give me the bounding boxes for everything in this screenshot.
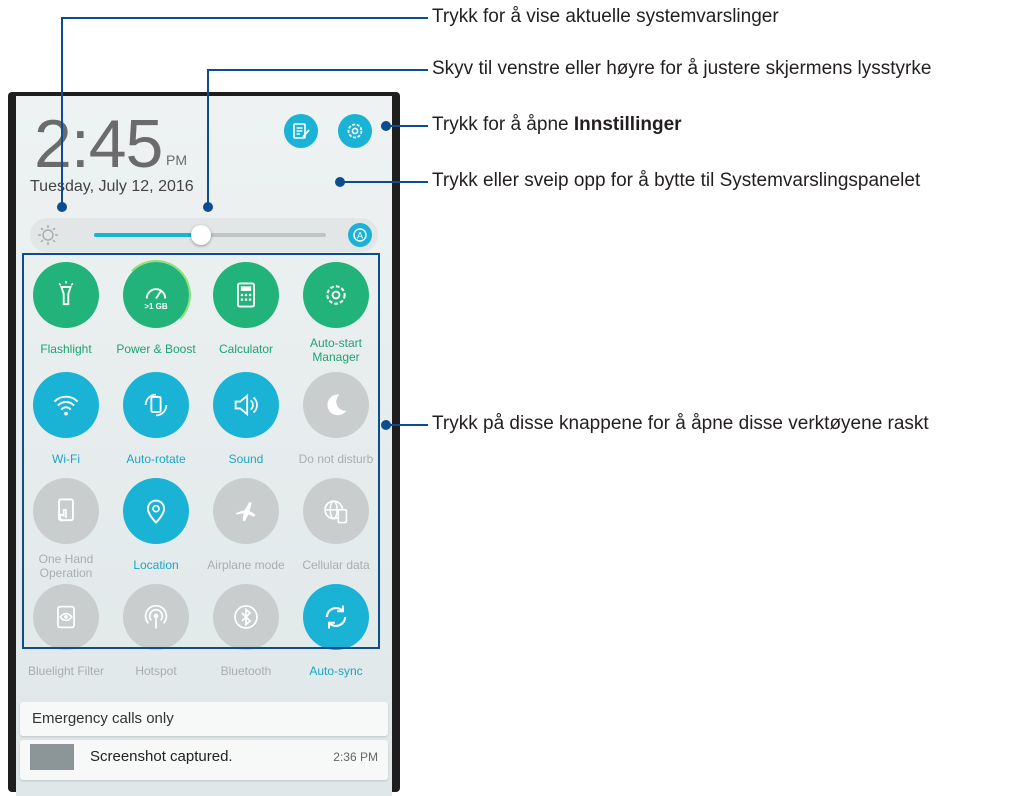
callout-line-1 (61, 17, 428, 206)
callout-dot-4 (335, 177, 345, 187)
callout-dot-1 (57, 202, 67, 212)
callout-dot-2 (203, 202, 213, 212)
tools-highlight-box (22, 253, 380, 649)
callout-dot-5 (381, 420, 391, 430)
callout-text-5: Trykk på disse knappene for å åpne disse… (432, 413, 929, 434)
callout-text-4: Trykk eller sveip opp for å bytte til Sy… (432, 170, 921, 191)
callout-dot-3 (381, 121, 391, 131)
callout-line-2 (207, 69, 428, 206)
callout-text-2: Skyv til venstre eller høyre for å juste… (432, 58, 932, 79)
callout-text-3-bold: Innstillinger (573, 114, 682, 135)
callout-text-1: Trykk for å vise aktuelle systemvarsling… (432, 6, 779, 27)
callout-text-3: Trykk for å åpne Innstillinger (432, 114, 682, 136)
callout-text-3-prefix: Trykk for å åpne (432, 114, 574, 135)
